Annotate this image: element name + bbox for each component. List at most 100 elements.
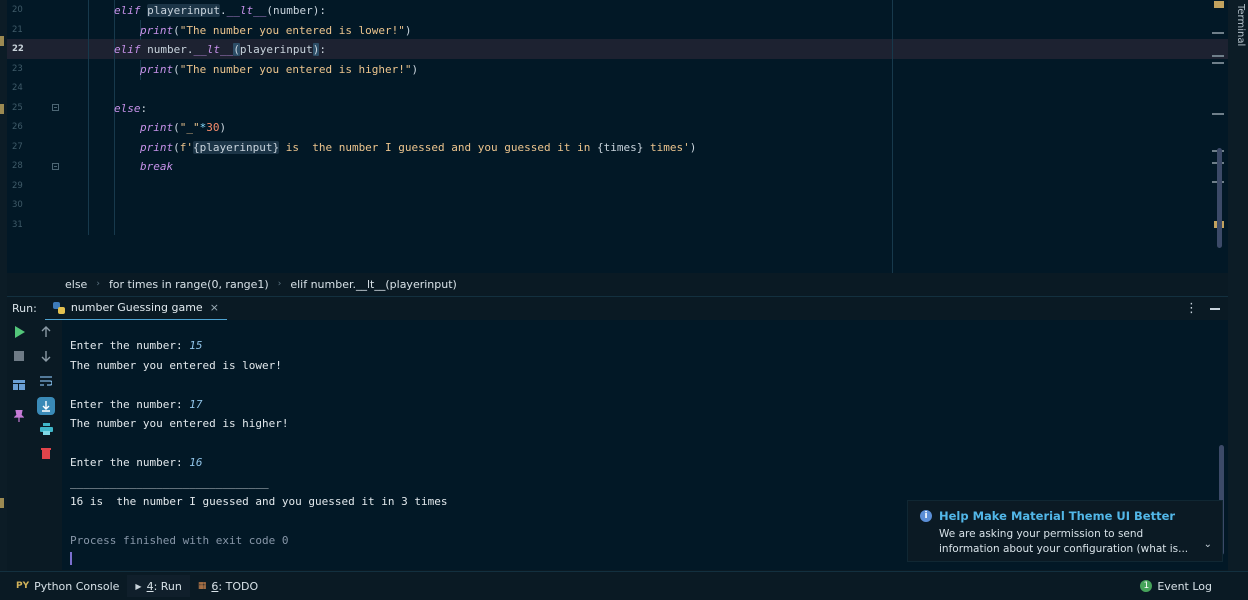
- layout-icon[interactable]: [12, 378, 26, 392]
- code-token: "The number you entered is higher!": [179, 62, 412, 76]
- project-tab-marker[interactable]: [0, 36, 4, 46]
- code-token: times': [643, 140, 690, 154]
- console-prompt: Enter the number:: [70, 456, 190, 469]
- error-stripe-marker[interactable]: [1212, 113, 1224, 115]
- status-bar: PY Python Console ▶ 4: Run ▦ 6: TODO 1 E…: [0, 571, 1248, 600]
- todo-icon: ▦: [197, 581, 207, 591]
- python-file-icon: [52, 301, 65, 314]
- console-prompt: Enter the number:: [70, 397, 190, 411]
- scroll-to-end-icon[interactable]: [37, 397, 55, 415]
- fold-toggle-icon[interactable]: [52, 163, 59, 170]
- console-prompt: Enter the number:: [70, 339, 190, 352]
- rerun-icon[interactable]: [12, 325, 26, 339]
- chevron-down-icon[interactable]: ⌄: [1204, 539, 1212, 550]
- warning-marker[interactable]: [1214, 1, 1224, 8]
- terminal-tab[interactable]: Terminal: [1235, 4, 1246, 46]
- stop-icon[interactable]: [12, 349, 26, 363]
- console-input-value: 15: [189, 339, 203, 352]
- fold-toggle-icon[interactable]: [52, 104, 59, 111]
- notification-balloon[interactable]: i Help Make Material Theme UI Better We …: [907, 500, 1223, 562]
- code-token: __lt__: [226, 4, 267, 17]
- code-line-28: break: [140, 157, 173, 177]
- todo-tool-label: : TODO: [218, 579, 259, 593]
- soft-wrap-icon[interactable]: [39, 374, 53, 388]
- minimize-icon[interactable]: [1210, 308, 1220, 310]
- run-icon: ▶: [135, 581, 142, 591]
- error-stripe-marker[interactable]: [1212, 62, 1224, 64]
- down-arrow-icon[interactable]: [39, 349, 53, 363]
- line-number: 25: [12, 102, 23, 113]
- code-token: break: [140, 160, 174, 173]
- error-stripe-marker[interactable]: [1212, 32, 1224, 34]
- line-number: 29: [12, 180, 23, 191]
- up-arrow-icon[interactable]: [39, 325, 53, 339]
- code-editor[interactable]: 20 21 22 23 24 25 26 27 28 29 30 31 elif…: [7, 0, 1228, 273]
- code-token: .: [219, 4, 227, 17]
- code-area[interactable]: elif playerinput.__lt__(number): print("…: [62, 0, 1228, 273]
- line-number: 20: [12, 5, 23, 15]
- line-number: 23: [12, 63, 23, 74]
- python-console-label: Python Console: [34, 579, 120, 593]
- python-console-button[interactable]: PY Python Console: [8, 575, 127, 597]
- python-console-icon: PY: [16, 581, 30, 591]
- chevron-right-icon: ›: [96, 279, 100, 289]
- indent-guide: [88, 0, 89, 235]
- console-line: The number you entered is higher!: [70, 417, 289, 430]
- console-input-value: 17: [189, 397, 203, 411]
- error-stripe-marker[interactable]: [1212, 55, 1224, 57]
- code-token: "_": [179, 121, 200, 134]
- breadcrumb-item[interactable]: else: [65, 278, 87, 291]
- code-token: :: [140, 101, 148, 115]
- code-token: 30: [206, 121, 220, 134]
- console-line: ______________________________: [70, 475, 269, 489]
- structure-tab-marker[interactable]: [0, 104, 4, 114]
- code-token: (: [173, 121, 180, 134]
- line-number-gutter: 20 21 22 23 24 25 26 27 28 29 30 31: [7, 0, 62, 273]
- close-icon[interactable]: ×: [210, 301, 219, 314]
- line-number-active: 22: [12, 44, 24, 54]
- line-number: 26: [12, 122, 23, 132]
- code-token: elif: [114, 43, 141, 56]
- run-tool-button[interactable]: ▶ 4: Run: [127, 575, 190, 597]
- code-token: print: [140, 62, 174, 76]
- line-number: 28: [12, 161, 23, 171]
- tab-number-guessing-game[interactable]: number Guessing game ×: [44, 297, 227, 321]
- code-token: {times}: [596, 140, 644, 154]
- code-token: (: [173, 23, 180, 37]
- bracket-match: (: [233, 43, 240, 56]
- run-tool-label: : Run: [153, 579, 182, 593]
- console-exit-line: Process finished with exit code 0: [70, 534, 289, 547]
- favorites-tab-marker[interactable]: [0, 498, 4, 508]
- code-line-23: print("The number you entered is higher!…: [140, 60, 418, 80]
- breadcrumb-item[interactable]: elif number.__lt__(playerinput): [290, 278, 457, 291]
- code-token: {playerinput}: [193, 140, 280, 154]
- code-token: __lt__: [193, 43, 234, 56]
- breadcrumb-item[interactable]: for times in range(0, range1): [109, 278, 269, 291]
- notification-body: We are asking your permission to send in…: [939, 528, 1189, 555]
- code-token: (number):: [266, 4, 326, 17]
- code-token: .: [186, 43, 194, 56]
- console-caret: [70, 552, 72, 565]
- console-line: The number you entered is lower!: [70, 358, 282, 372]
- print-icon[interactable]: [39, 422, 53, 436]
- console-line: Enter the number: 17: [70, 395, 202, 415]
- event-log-button[interactable]: 1 Event Log: [1132, 575, 1220, 597]
- more-options-icon[interactable]: ⋮: [1185, 301, 1198, 316]
- code-token: is the number I guessed and you guessed …: [279, 140, 597, 154]
- pin-icon[interactable]: [12, 409, 26, 423]
- right-margin-guide: [892, 0, 893, 273]
- event-log-label: Event Log: [1157, 579, 1212, 593]
- line-number: 27: [12, 141, 23, 152]
- console-line: Enter the number: 16: [70, 453, 202, 473]
- run-toolbar: [7, 320, 63, 570]
- code-token: ): [411, 62, 419, 76]
- code-token: (: [173, 62, 180, 76]
- breadcrumb: else › for times in range(0, range1) › e…: [7, 273, 1228, 295]
- trash-icon[interactable]: [39, 446, 53, 460]
- code-token: "The number you entered is lower!": [179, 23, 405, 37]
- code-token: print: [140, 23, 174, 37]
- code-line-25: else:: [114, 99, 147, 119]
- todo-tool-button[interactable]: ▦ 6: TODO: [190, 575, 266, 597]
- run-label: Run:: [12, 302, 37, 315]
- editor-scrollbar[interactable]: [1217, 148, 1222, 248]
